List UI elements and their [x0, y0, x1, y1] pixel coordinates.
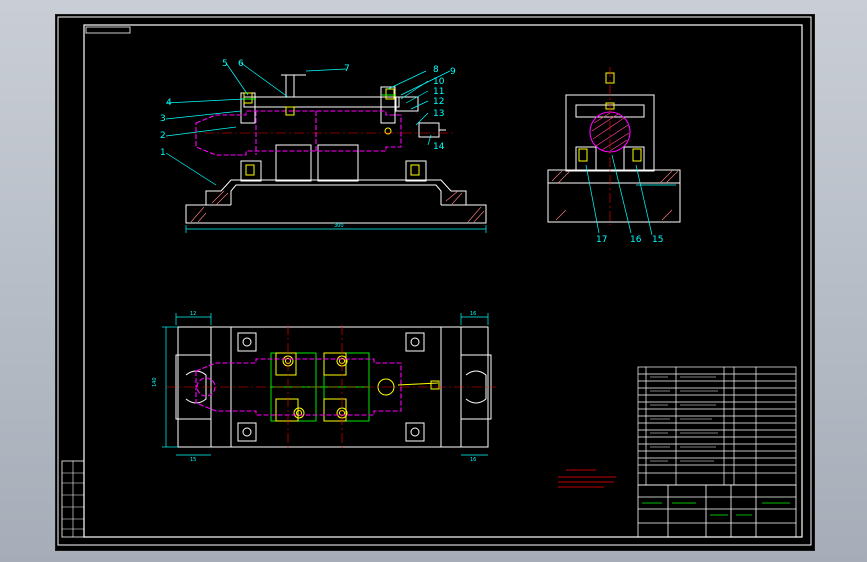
front-leaders [165, 62, 451, 186]
bom-table [637, 366, 797, 486]
top-dim-16b: 16 [470, 457, 476, 463]
top-dim-12: 12 [190, 311, 196, 317]
title-block [637, 484, 797, 538]
front-length-dim-text: 300 [334, 223, 344, 229]
side-view-section [551, 170, 679, 221]
callout-10: 10 [433, 77, 445, 87]
callout-17: 17 [596, 235, 607, 245]
side-strip-table [61, 460, 85, 538]
top-width-dim-text: 140 [152, 377, 158, 387]
technical-notes [558, 469, 616, 488]
callout-13: 13 [433, 109, 444, 119]
side-view [547, 94, 681, 223]
top-left-code-box [85, 26, 131, 34]
top-dim-16: 16 [470, 311, 476, 317]
top-dim-15: 15 [190, 457, 196, 463]
callout-8: 8 [433, 65, 439, 75]
callout-9: 9 [450, 67, 456, 77]
cad-viewport[interactable]: 300 1 2 3 4 5 6 7 8 9 10 11 12 13 14 17 … [55, 14, 815, 551]
callout-5: 5 [222, 59, 228, 69]
callout-1: 1 [160, 148, 166, 158]
callout-3: 3 [160, 114, 166, 124]
callout-6: 6 [238, 59, 244, 69]
callout-14: 14 [433, 142, 445, 152]
bom-text-hint [650, 376, 718, 462]
front-bolts [243, 88, 420, 176]
callout-12: 12 [433, 97, 444, 107]
callout-11: 11 [433, 87, 444, 97]
side-leaders [585, 154, 676, 236]
top-centerlines [166, 325, 496, 449]
assembly-drawing: 300 1 2 3 4 5 6 7 8 9 10 11 12 13 14 17 … [57, 16, 812, 546]
callout-2: 2 [160, 131, 166, 141]
callout-15: 15 [652, 235, 663, 245]
callout-7: 7 [344, 64, 350, 74]
callout-4: 4 [166, 98, 172, 108]
callout-16: 16 [630, 235, 642, 245]
